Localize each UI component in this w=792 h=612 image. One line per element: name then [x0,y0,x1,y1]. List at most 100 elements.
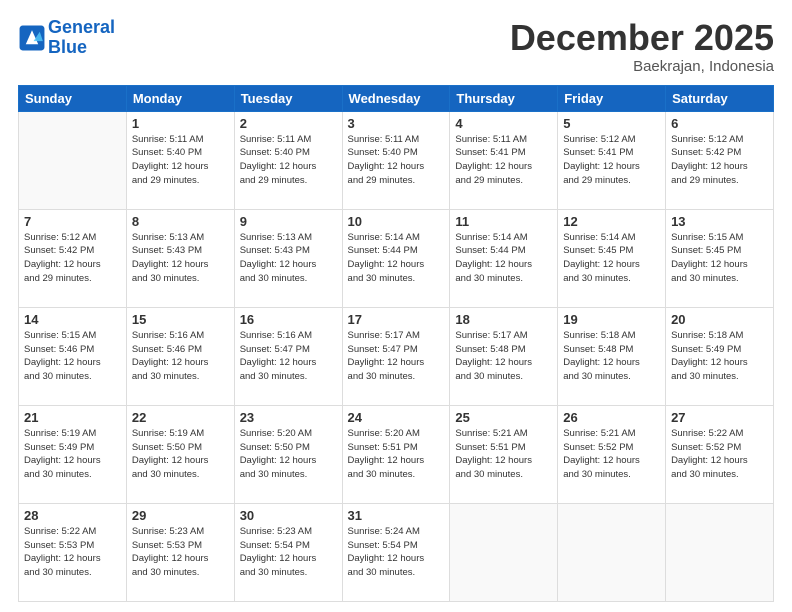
header: General Blue December 2025 Baekrajan, In… [18,18,774,75]
calendar-cell: 28 Sunrise: 5:22 AM Sunset: 5:53 PM Dayli… [19,503,127,601]
day-number: 28 [24,508,121,523]
day-number: 5 [563,116,660,131]
day-number: 24 [348,410,445,425]
calendar-cell: 6 Sunrise: 5:12 AM Sunset: 5:42 PM Daylig… [666,111,774,209]
cell-info: Sunrise: 5:14 AM Sunset: 5:45 PM Dayligh… [563,231,660,286]
day-number: 9 [240,214,337,229]
day-number: 20 [671,312,768,327]
cell-info: Sunrise: 5:23 AM Sunset: 5:53 PM Dayligh… [132,525,229,580]
day-number: 11 [455,214,552,229]
cell-info: Sunrise: 5:13 AM Sunset: 5:43 PM Dayligh… [240,231,337,286]
day-number: 2 [240,116,337,131]
cell-info: Sunrise: 5:14 AM Sunset: 5:44 PM Dayligh… [455,231,552,286]
day-number: 12 [563,214,660,229]
day-number: 29 [132,508,229,523]
cell-info: Sunrise: 5:21 AM Sunset: 5:52 PM Dayligh… [563,427,660,482]
day-number: 26 [563,410,660,425]
calendar-cell: 21 Sunrise: 5:19 AM Sunset: 5:49 PM Dayli… [19,405,127,503]
day-number: 15 [132,312,229,327]
cell-info: Sunrise: 5:22 AM Sunset: 5:53 PM Dayligh… [24,525,121,580]
cell-info: Sunrise: 5:16 AM Sunset: 5:47 PM Dayligh… [240,329,337,384]
day-number: 3 [348,116,445,131]
cell-info: Sunrise: 5:17 AM Sunset: 5:47 PM Dayligh… [348,329,445,384]
cell-info: Sunrise: 5:19 AM Sunset: 5:50 PM Dayligh… [132,427,229,482]
calendar-cell: 18 Sunrise: 5:17 AM Sunset: 5:48 PM Dayli… [450,307,558,405]
weekday-header: Friday [558,85,666,111]
calendar-cell [558,503,666,601]
title-block: December 2025 Baekrajan, Indonesia [510,18,774,75]
location-subtitle: Baekrajan, Indonesia [510,58,774,75]
calendar-table: SundayMondayTuesdayWednesdayThursdayFrid… [18,85,774,602]
day-number: 23 [240,410,337,425]
day-number: 17 [348,312,445,327]
cell-info: Sunrise: 5:12 AM Sunset: 5:41 PM Dayligh… [563,133,660,188]
calendar-cell: 22 Sunrise: 5:19 AM Sunset: 5:50 PM Dayli… [126,405,234,503]
calendar-cell [666,503,774,601]
calendar-cell: 10Sunrise: 5:14 AM Sunset: 5:44 PM Dayli… [342,209,450,307]
day-number: 19 [563,312,660,327]
calendar-cell: 11 Sunrise: 5:14 AM Sunset: 5:44 PM Dayli… [450,209,558,307]
calendar-cell: 2 Sunrise: 5:11 AM Sunset: 5:40 PM Daylig… [234,111,342,209]
calendar-cell: 26 Sunrise: 5:21 AM Sunset: 5:52 PM Dayli… [558,405,666,503]
cell-info: Sunrise: 5:17 AM Sunset: 5:48 PM Dayligh… [455,329,552,384]
weekday-header: Tuesday [234,85,342,111]
calendar-cell [19,111,127,209]
day-number: 6 [671,116,768,131]
calendar-cell: 17 Sunrise: 5:17 AM Sunset: 5:47 PM Dayli… [342,307,450,405]
calendar-cell: 31Sunrise: 5:24 AM Sunset: 5:54 PM Dayli… [342,503,450,601]
calendar-cell: 5 Sunrise: 5:12 AM Sunset: 5:41 PM Daylig… [558,111,666,209]
day-number: 10 [348,214,445,229]
day-number: 21 [24,410,121,425]
calendar-cell: 13Sunrise: 5:15 AM Sunset: 5:45 PM Dayli… [666,209,774,307]
cell-info: Sunrise: 5:23 AM Sunset: 5:54 PM Dayligh… [240,525,337,580]
cell-info: Sunrise: 5:11 AM Sunset: 5:40 PM Dayligh… [132,133,229,188]
day-number: 14 [24,312,121,327]
day-number: 16 [240,312,337,327]
cell-info: Sunrise: 5:11 AM Sunset: 5:40 PM Dayligh… [348,133,445,188]
calendar-cell: 14 Sunrise: 5:15 AM Sunset: 5:46 PM Dayli… [19,307,127,405]
cell-info: Sunrise: 5:22 AM Sunset: 5:52 PM Dayligh… [671,427,768,482]
day-number: 27 [671,410,768,425]
cell-info: Sunrise: 5:12 AM Sunset: 5:42 PM Dayligh… [671,133,768,188]
cell-info: Sunrise: 5:18 AM Sunset: 5:48 PM Dayligh… [563,329,660,384]
day-number: 4 [455,116,552,131]
calendar-cell: 7Sunrise: 5:12 AM Sunset: 5:42 PM Daylig… [19,209,127,307]
cell-info: Sunrise: 5:13 AM Sunset: 5:43 PM Dayligh… [132,231,229,286]
day-number: 7 [24,214,121,229]
weekday-header: Thursday [450,85,558,111]
day-number: 8 [132,214,229,229]
calendar-cell: 15 Sunrise: 5:16 AM Sunset: 5:46 PM Dayli… [126,307,234,405]
cell-info: Sunrise: 5:20 AM Sunset: 5:51 PM Dayligh… [348,427,445,482]
day-number: 30 [240,508,337,523]
logo: General Blue [18,18,115,58]
day-number: 25 [455,410,552,425]
cell-info: Sunrise: 5:11 AM Sunset: 5:41 PM Dayligh… [455,133,552,188]
page: General Blue December 2025 Baekrajan, In… [0,0,792,612]
cell-info: Sunrise: 5:19 AM Sunset: 5:49 PM Dayligh… [24,427,121,482]
calendar-cell [450,503,558,601]
calendar-cell: 30 Sunrise: 5:23 AM Sunset: 5:54 PM Dayli… [234,503,342,601]
logo-line1: General [48,17,115,37]
calendar-cell: 9 Sunrise: 5:13 AM Sunset: 5:43 PM Daylig… [234,209,342,307]
calendar-cell: 12 Sunrise: 5:14 AM Sunset: 5:45 PM Dayli… [558,209,666,307]
logo-text: General Blue [48,18,115,58]
calendar-cell: 19 Sunrise: 5:18 AM Sunset: 5:48 PM Dayli… [558,307,666,405]
calendar-cell: 4 Sunrise: 5:11 AM Sunset: 5:41 PM Daylig… [450,111,558,209]
cell-info: Sunrise: 5:15 AM Sunset: 5:45 PM Dayligh… [671,231,768,286]
cell-info: Sunrise: 5:16 AM Sunset: 5:46 PM Dayligh… [132,329,229,384]
calendar-cell: 8 Sunrise: 5:13 AM Sunset: 5:43 PM Daylig… [126,209,234,307]
weekday-header: Monday [126,85,234,111]
calendar-cell: 3 Sunrise: 5:11 AM Sunset: 5:40 PM Daylig… [342,111,450,209]
cell-info: Sunrise: 5:15 AM Sunset: 5:46 PM Dayligh… [24,329,121,384]
weekday-header: Saturday [666,85,774,111]
logo-line2: Blue [48,37,87,57]
cell-info: Sunrise: 5:24 AM Sunset: 5:54 PM Dayligh… [348,525,445,580]
day-number: 22 [132,410,229,425]
calendar-cell: 20 Sunrise: 5:18 AM Sunset: 5:49 PM Dayli… [666,307,774,405]
day-number: 18 [455,312,552,327]
logo-icon [18,24,46,52]
cell-info: Sunrise: 5:18 AM Sunset: 5:49 PM Dayligh… [671,329,768,384]
cell-info: Sunrise: 5:11 AM Sunset: 5:40 PM Dayligh… [240,133,337,188]
calendar-cell: 16 Sunrise: 5:16 AM Sunset: 5:47 PM Dayli… [234,307,342,405]
weekday-header: Wednesday [342,85,450,111]
